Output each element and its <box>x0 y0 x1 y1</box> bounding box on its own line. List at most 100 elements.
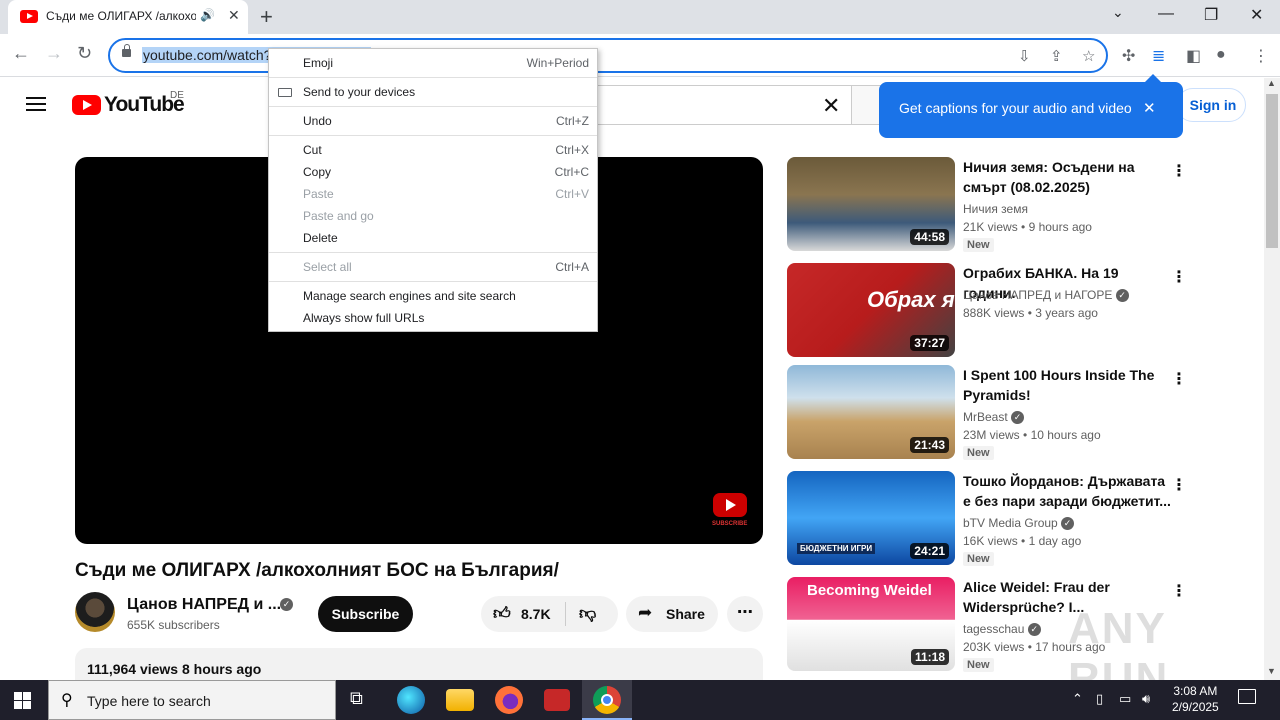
share-arrow-icon: ➦ <box>638 603 653 622</box>
tab-search-chevron-icon[interactable]: ⌄ <box>1112 4 1124 21</box>
audio-playing-icon[interactable]: 🔊 <box>200 8 215 22</box>
menu-hamburger-icon[interactable] <box>26 97 46 111</box>
more-options-icon[interactable]: ⋮ <box>1171 475 1187 495</box>
network-icon[interactable]: ▭ <box>1119 691 1131 707</box>
more-options-icon[interactable]: ⋮ <box>1171 267 1187 287</box>
subscribe-watermark-icon[interactable] <box>713 493 747 517</box>
taskbar-search-input[interactable]: ⚲ Type here to search <box>48 680 336 720</box>
channel-name[interactable]: Цанов НАПРЕД и ... <box>127 596 281 614</box>
new-tab-button[interactable]: + <box>260 4 273 30</box>
video-thumbnail[interactable]: Becoming Weidel 11:18 <box>787 577 955 671</box>
recommendation-item[interactable]: 44:58 Ничия земя: Осъдени на смърт (08.0… <box>787 157 1187 252</box>
rec-channel[interactable]: Цанов НАПРЕД и НАГОРЕ ✓ <box>963 288 1129 303</box>
close-tooltip-icon[interactable]: ✕ <box>1143 99 1156 117</box>
menu-item-cut[interactable]: Cut Ctrl+X <box>269 139 597 161</box>
rec-channel[interactable]: MrBeast ✓ <box>963 410 1025 425</box>
rec-title[interactable]: Тошко Йорданов: Държавата е без пари зар… <box>963 471 1171 511</box>
duration-badge: 21:43 <box>910 437 949 453</box>
edge-browser-icon[interactable] <box>397 686 425 714</box>
share-page-icon[interactable]: ⇪ <box>1050 47 1063 65</box>
share-label: Share <box>666 606 705 622</box>
thumbs-up-icon[interactable]: 👍︎ <box>493 603 511 624</box>
tab-close-icon[interactable]: ✕ <box>228 7 240 24</box>
rec-channel[interactable]: Ничия земя <box>963 202 1028 216</box>
chrome-icon <box>593 686 621 714</box>
scroll-down-arrow-icon[interactable]: ▼ <box>1267 666 1276 676</box>
menu-item-always-show-full-urls[interactable]: Always show full URLs <box>269 307 597 329</box>
rec-title[interactable]: I Spent 100 Hours Inside The Pyramids! <box>963 365 1171 405</box>
channel-avatar[interactable] <box>75 592 115 632</box>
recommendation-item[interactable]: 21:43 I Spent 100 Hours Inside The Pyram… <box>787 365 1187 460</box>
chrome-menu-icon[interactable]: ⋮ <box>1253 46 1269 66</box>
menu-item-select-all[interactable]: Select all Ctrl+A <box>269 256 597 278</box>
bookmark-star-icon[interactable]: ☆ <box>1082 47 1095 65</box>
more-options-icon[interactable]: ⋮ <box>1171 161 1187 181</box>
install-app-icon[interactable]: ⇩ <box>1018 47 1031 65</box>
address-bar[interactable]: youtube.com/watch? ⇩ ⇪ ☆ <box>108 38 1108 73</box>
file-explorer-icon[interactable] <box>446 689 474 711</box>
more-actions-button[interactable]: ⋯ <box>727 596 763 632</box>
recommendation-item[interactable]: Обрах я! 37:27 Ограбих БАНКА. На 19 годи… <box>787 263 1187 357</box>
firefox-icon[interactable] <box>495 686 523 714</box>
menu-item-delete[interactable]: Delete <box>269 227 597 249</box>
menu-item-emoji[interactable]: Emoji Win+Period <box>269 52 597 74</box>
back-arrow-icon[interactable]: ← <box>12 43 30 64</box>
browser-titlebar: Съди ме ОЛИГАРХ /алкохолният БОС на Бълг… <box>0 0 1280 34</box>
notification-center-icon[interactable] <box>1238 689 1256 704</box>
clear-search-icon[interactable]: ✕ <box>822 93 840 119</box>
volume-icon[interactable]: 🔊︎ <box>1142 691 1150 707</box>
windows-start-icon[interactable] <box>14 692 31 709</box>
reload-icon[interactable]: ↻ <box>77 43 92 64</box>
thumbs-down-icon[interactable]: 👎︎ <box>579 603 596 624</box>
subscribe-button[interactable]: Subscribe <box>318 596 413 632</box>
menu-item-manage-search-engines[interactable]: Manage search engines and site search <box>269 285 597 307</box>
menu-separator <box>269 252 597 253</box>
system-clock[interactable]: 3:08 AM 2/9/2025 <box>1172 683 1219 715</box>
lock-icon[interactable] <box>122 44 131 57</box>
sign-in-button[interactable]: Sign in <box>1176 88 1246 122</box>
more-options-icon[interactable]: ⋮ <box>1171 581 1187 601</box>
share-button[interactable]: ➦ Share <box>626 596 718 632</box>
like-count[interactable]: 8.7K <box>521 606 551 622</box>
menu-item-paste-and-go[interactable]: Paste and go <box>269 205 597 227</box>
recommendation-item[interactable]: БЮДЖЕТНИ ИГРИ 24:21 Тошко Йорданов: Държ… <box>787 471 1187 566</box>
task-view-icon[interactable]: ⧉ <box>350 688 363 709</box>
taskbar-search-placeholder: Type here to search <box>87 693 211 709</box>
video-thumbnail[interactable]: 44:58 <box>787 157 955 251</box>
menu-item-paste[interactable]: Paste Ctrl+V <box>269 183 597 205</box>
verified-check-icon: ✓ <box>1011 411 1025 425</box>
video-thumbnail[interactable]: 21:43 <box>787 365 955 459</box>
media-controls-icon[interactable]: ≣ <box>1152 46 1165 66</box>
menu-item-undo[interactable]: Undo Ctrl+Z <box>269 110 597 132</box>
rec-title[interactable]: Ничия земя: Осъдени на смърт (08.02.2025… <box>963 157 1171 197</box>
battery-icon[interactable]: ▯ <box>1096 691 1103 707</box>
windows-taskbar: ⚲ Type here to search ⧉ ⌃ ▯ ▭ 🔊︎ <box>0 680 1280 720</box>
captions-tooltip: Get captions for your audio and video ✕ <box>879 74 1183 138</box>
context-menu: Emoji Win+Period Send to your devices Un… <box>268 48 598 332</box>
forward-arrow-icon[interactable]: → <box>45 43 63 64</box>
side-panel-icon[interactable]: ◧ <box>1186 46 1201 66</box>
show-hidden-icons-chevron-icon[interactable]: ⌃ <box>1072 691 1083 707</box>
rec-channel[interactable]: tagesschau ✓ <box>963 622 1041 637</box>
close-window-button[interactable]: ✕ <box>1250 5 1263 25</box>
extensions-puzzle-icon[interactable]: ✣ <box>1122 46 1135 66</box>
rec-channel[interactable]: bTV Media Group ✓ <box>963 516 1075 531</box>
chrome-taskbar-button[interactable] <box>582 680 632 720</box>
scrollbar-thumb[interactable] <box>1266 94 1278 248</box>
new-badge: New <box>963 238 994 252</box>
menu-item-copy[interactable]: Copy Ctrl+C <box>269 161 597 183</box>
scroll-up-arrow-icon[interactable]: ▲ <box>1267 78 1276 88</box>
menu-item-send-to-devices[interactable]: Send to your devices <box>269 81 597 103</box>
browser-tab[interactable]: Съди ме ОЛИГАРХ /алкохолният БОС на Бълг… <box>8 0 248 34</box>
search-input[interactable] <box>590 85 852 125</box>
video-thumbnail[interactable]: Обрах я! 37:27 <box>787 263 955 357</box>
video-thumbnail[interactable]: БЮДЖЕТНИ ИГРИ 24:21 <box>787 471 955 565</box>
restore-button[interactable]: ❐ <box>1204 5 1218 25</box>
new-badge: New <box>963 446 994 460</box>
youtube-logo-icon[interactable] <box>72 95 101 115</box>
profile-avatar-icon[interactable]: ● <box>1216 46 1226 64</box>
more-options-icon[interactable]: ⋮ <box>1171 369 1187 389</box>
minimize-button[interactable]: — <box>1158 5 1174 23</box>
download-app-icon[interactable] <box>544 689 570 711</box>
country-code: DE <box>170 90 184 101</box>
